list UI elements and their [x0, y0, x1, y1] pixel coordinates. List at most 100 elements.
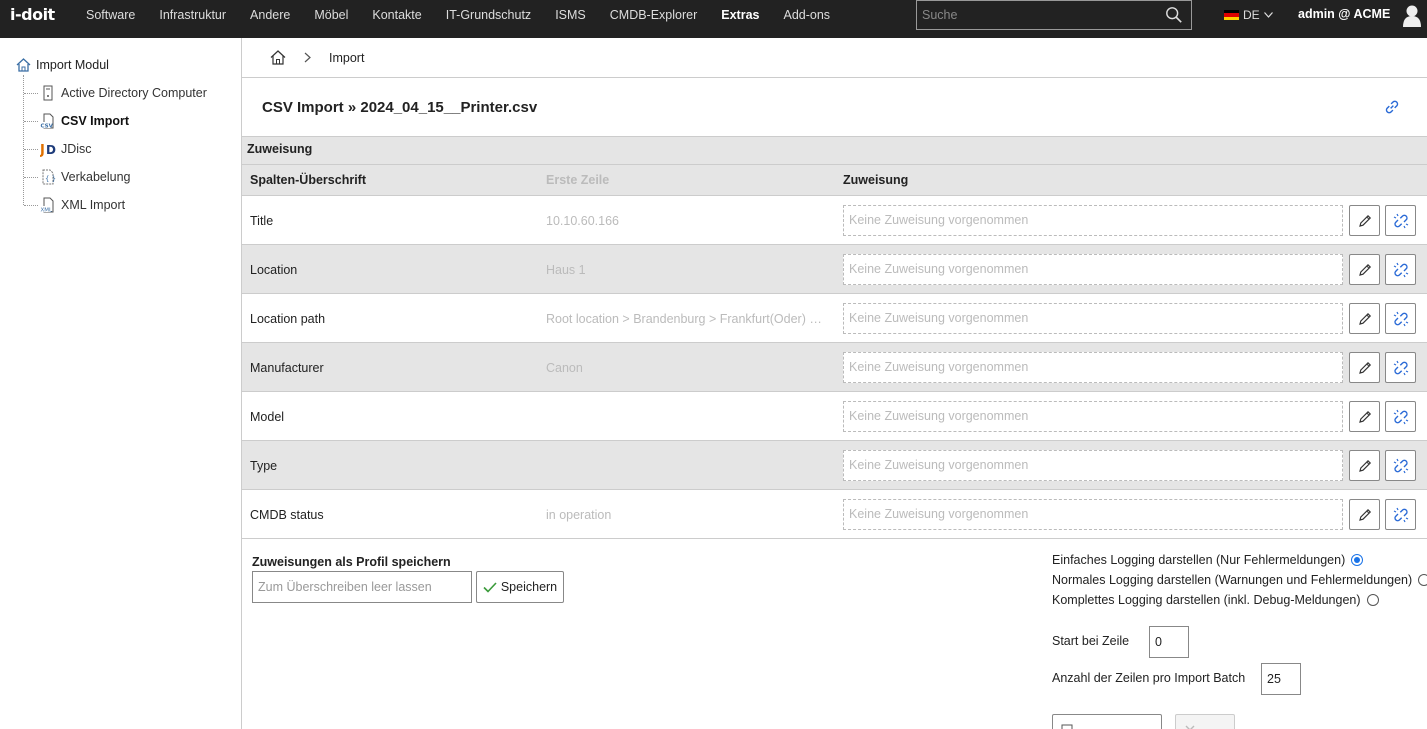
unlink-icon	[1393, 409, 1408, 424]
menu-item-andere[interactable]: Andere	[238, 0, 302, 38]
assignment-dropzone[interactable]: Keine Zuweisung vorgenommen	[843, 401, 1343, 432]
sidebar-item-jdisc[interactable]: JD JDisc	[24, 141, 92, 157]
column-header-cell: Type	[250, 459, 278, 473]
sidebar-item-label: CSV Import	[61, 114, 130, 128]
remove-assignment-button[interactable]	[1385, 499, 1416, 530]
save-label: Speichern	[500, 580, 558, 594]
logging-option-complete[interactable]: Komplettes Logging darstellen (inkl. Deb…	[1052, 593, 1379, 607]
column-header-assignment: Zuweisung	[843, 173, 909, 187]
main-content: Import CSV Import » 2024_04_15__Printer.…	[242, 38, 1427, 729]
first-row-value-cell: Haus 1	[546, 263, 586, 277]
edit-assignment-button[interactable]	[1349, 401, 1380, 432]
batch-size-input[interactable]	[1261, 663, 1301, 695]
start-row-input[interactable]	[1149, 626, 1189, 658]
remove-assignment-button[interactable]	[1385, 450, 1416, 481]
logging-option-simple[interactable]: Einfaches Logging darstellen (Nur Fehler…	[1052, 553, 1364, 567]
unlink-icon	[1393, 458, 1408, 473]
assignment-dropzone[interactable]: Keine Zuweisung vorgenommen	[843, 450, 1343, 481]
assignment-dropzone[interactable]: Keine Zuweisung vorgenommen	[843, 499, 1343, 530]
save-profile-button[interactable]: Speichern	[476, 571, 564, 603]
logging-option-normal[interactable]: Normales Logging darstellen (Warnungen u…	[1052, 573, 1427, 587]
user-avatar-icon[interactable]	[1403, 5, 1421, 27]
sidebar-item-csv-import[interactable]: CSV CSV Import	[24, 113, 129, 129]
home-icon[interactable]	[270, 50, 286, 65]
sidebar-item-xml-import[interactable]: XML XML Import	[24, 197, 125, 213]
assignment-dropzone[interactable]: Keine Zuweisung vorgenommen	[843, 352, 1343, 383]
unlink-icon	[1393, 360, 1408, 375]
edit-assignment-button[interactable]	[1349, 205, 1380, 236]
pencil-icon	[1358, 214, 1371, 227]
menu-item-kontakte[interactable]: Kontakte	[360, 0, 433, 38]
pencil-icon	[1358, 410, 1371, 423]
assignment-dropzone[interactable]: Keine Zuweisung vorgenommen	[843, 254, 1343, 285]
check-icon	[483, 581, 497, 593]
edit-assignment-button[interactable]	[1349, 303, 1380, 334]
table-row: Location path Root location > Brandenburg…	[242, 294, 1427, 343]
menu-item-moebel[interactable]: Möbel	[302, 0, 360, 38]
section-header-zuweisung: Zuweisung	[242, 137, 1427, 165]
import-button[interactable]	[1052, 714, 1162, 729]
sidebar-item-label: Active Directory Computer	[61, 86, 207, 100]
edit-assignment-button[interactable]	[1349, 499, 1380, 530]
profile-name-input[interactable]	[252, 571, 472, 603]
pencil-icon	[1358, 508, 1371, 521]
pencil-icon	[1358, 263, 1371, 276]
sidebar-item-label: Verkabelung	[61, 170, 131, 184]
remove-assignment-button[interactable]	[1385, 303, 1416, 334]
language-selector[interactable]: DE	[1224, 8, 1273, 22]
tree-root-import-modul[interactable]: Import Modul	[16, 58, 109, 72]
server-icon	[43, 85, 53, 101]
unlink-icon	[1393, 213, 1408, 228]
svg-text:XML: XML	[41, 208, 54, 214]
menu-item-cmdb-explorer[interactable]: CMDB-Explorer	[598, 0, 710, 38]
tree-root-label: Import Modul	[36, 58, 109, 72]
bottom-panel: Zuweisungen als Profil speichern Speiche…	[242, 541, 1427, 729]
menu-item-extras[interactable]: Extras	[709, 0, 771, 38]
menu-item-add-ons[interactable]: Add-ons	[772, 0, 843, 38]
profile-section-title: Zuweisungen als Profil speichern	[252, 555, 451, 569]
close-button[interactable]	[1175, 714, 1235, 729]
sidebar-item-active-directory[interactable]: Active Directory Computer	[24, 85, 207, 101]
user-menu[interactable]: admin @ ACME	[1298, 7, 1390, 21]
menu-item-infrastruktur[interactable]: Infrastruktur	[147, 0, 238, 38]
sidebar-item-verkabelung[interactable]: { } Verkabelung	[24, 169, 131, 185]
remove-assignment-button[interactable]	[1385, 254, 1416, 285]
column-header-cell: Model	[250, 410, 285, 424]
permalink-icon[interactable]	[1383, 98, 1401, 116]
top-navigation-bar: i-doit Software Infrastruktur Andere Möb…	[0, 0, 1427, 38]
column-header-cell: Title	[250, 214, 274, 228]
search-icon[interactable]	[1165, 6, 1183, 24]
edit-assignment-button[interactable]	[1349, 254, 1380, 285]
sidebar: Import Modul Active Directory Computer C…	[0, 38, 242, 729]
breadcrumb-current[interactable]: Import	[329, 51, 364, 65]
remove-assignment-button[interactable]	[1385, 352, 1416, 383]
edit-assignment-button[interactable]	[1349, 352, 1380, 383]
assignment-dropzone[interactable]: Keine Zuweisung vorgenommen	[843, 205, 1343, 236]
sidebar-item-label: JDisc	[61, 142, 92, 156]
menu-item-it-grundschutz[interactable]: IT-Grundschutz	[434, 0, 543, 38]
edit-assignment-button[interactable]	[1349, 450, 1380, 481]
assignment-dropzone[interactable]: Keine Zuweisung vorgenommen	[843, 303, 1343, 334]
search-input[interactable]	[917, 1, 1157, 29]
unlink-icon	[1393, 311, 1408, 326]
table-row: Title 10.10.60.166 Keine Zuweisung vorgeno…	[242, 196, 1427, 245]
menu-item-isms[interactable]: ISMS	[543, 0, 598, 38]
radio-button[interactable]	[1351, 554, 1364, 566]
i-doit-logo[interactable]: i-doit	[0, 0, 68, 38]
first-row-value-cell: Root location > Brandenburg > Frankfurt(…	[546, 312, 828, 326]
table-row: CMDB status in operation Keine Zuweisung v…	[242, 490, 1427, 539]
first-row-value-cell: Canon	[546, 361, 583, 375]
radio-button[interactable]	[1366, 594, 1379, 606]
svg-text:J: J	[40, 143, 45, 157]
menu-item-software[interactable]: Software	[74, 0, 147, 38]
sidebar-item-label: XML Import	[61, 198, 126, 212]
column-header-title: Spalten-Überschrift	[250, 173, 366, 187]
table-row: Location Haus 1 Keine Zuweisung vorgenomme…	[242, 245, 1427, 294]
remove-assignment-button[interactable]	[1385, 205, 1416, 236]
unlink-icon	[1393, 262, 1408, 277]
csv-file-icon: CSV	[40, 113, 54, 130]
column-header-cell: Location path	[250, 312, 326, 326]
radio-button[interactable]	[1418, 574, 1427, 586]
remove-assignment-button[interactable]	[1385, 401, 1416, 432]
svg-text:CSV: CSV	[41, 124, 54, 130]
